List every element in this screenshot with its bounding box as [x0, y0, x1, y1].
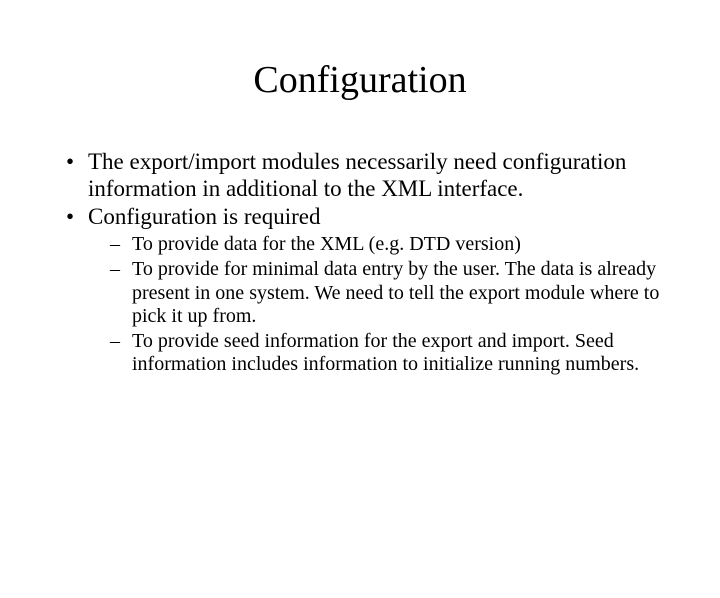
sub-bullet-item: To provide seed information for the expo…: [88, 330, 660, 377]
bullet-item: Configuration is required To provide dat…: [60, 203, 660, 377]
sub-bullet-list: To provide data for the XML (e.g. DTD ve…: [88, 233, 660, 377]
sub-bullet-text: To provide for minimal data entry by the…: [132, 258, 659, 327]
slide-content: The export/import modules necessarily ne…: [60, 148, 660, 377]
sub-bullet-item: To provide for minimal data entry by the…: [88, 258, 660, 329]
sub-bullet-text: To provide data for the XML (e.g. DTD ve…: [132, 233, 521, 255]
sub-bullet-item: To provide data for the XML (e.g. DTD ve…: [88, 233, 660, 257]
slide-title: Configuration: [0, 58, 720, 102]
bullet-text: Configuration is required: [88, 204, 321, 229]
sub-bullet-text: To provide seed information for the expo…: [132, 330, 639, 376]
bullet-list: The export/import modules necessarily ne…: [60, 148, 660, 377]
bullet-item: The export/import modules necessarily ne…: [60, 148, 660, 202]
bullet-text: The export/import modules necessarily ne…: [88, 149, 626, 201]
slide: Configuration The export/import modules …: [0, 58, 720, 598]
